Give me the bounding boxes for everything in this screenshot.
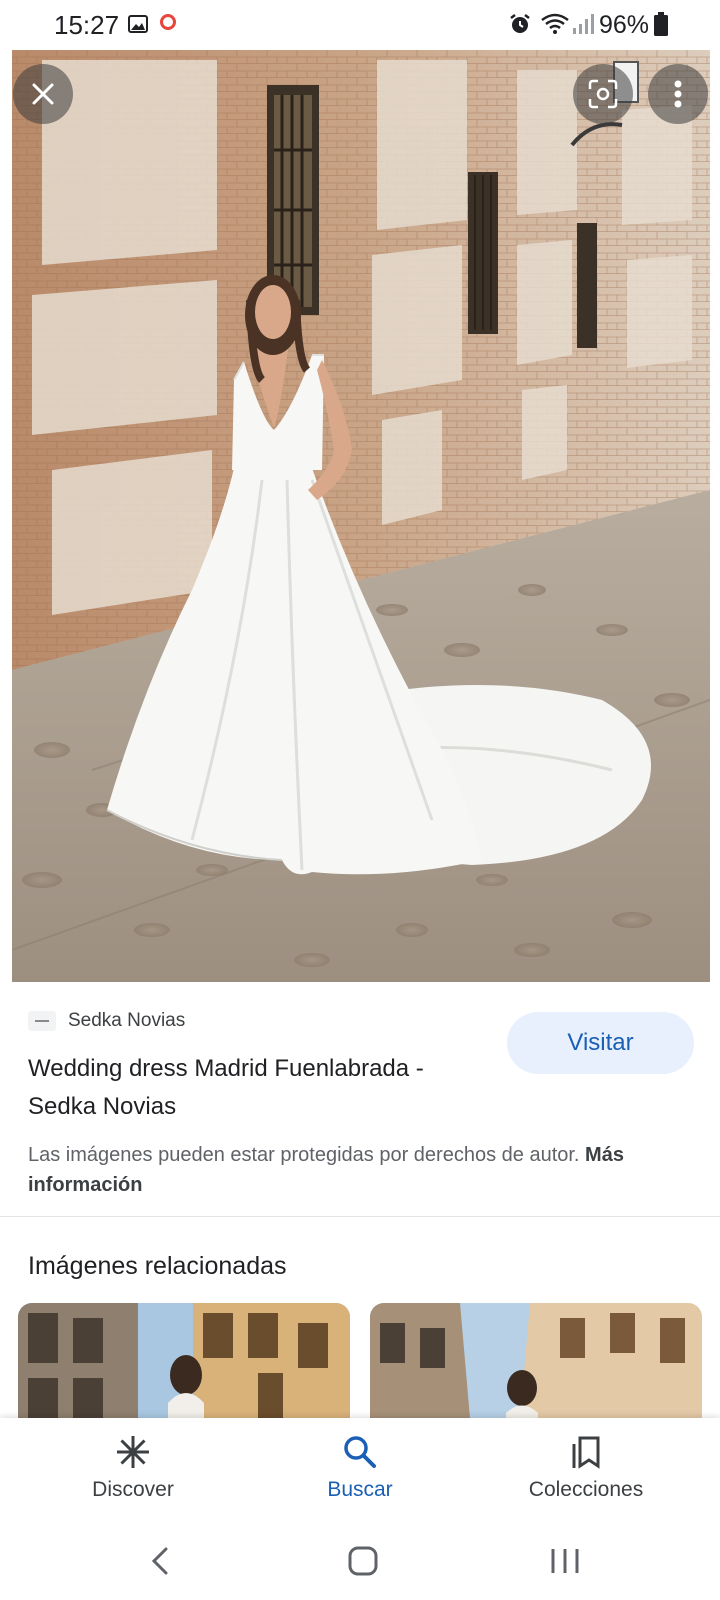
nav-colecciones[interactable]: Colecciones xyxy=(486,1428,686,1518)
lens-icon xyxy=(588,79,618,109)
alarm-icon xyxy=(510,14,530,33)
recents-icon[interactable] xyxy=(545,1541,585,1581)
lens-button[interactable] xyxy=(573,64,633,124)
battery-icon xyxy=(654,12,668,36)
related-image[interactable] xyxy=(18,1303,350,1418)
system-navigation-bar xyxy=(0,1523,720,1600)
wedding-dress-photo xyxy=(12,50,710,982)
status-bar: 15:27 96% xyxy=(0,0,720,50)
collections-icon xyxy=(572,1436,600,1469)
close-button[interactable] xyxy=(13,64,73,124)
wifi-icon xyxy=(541,13,569,34)
result-title[interactable]: Wedding dress Madrid Fuenlabrada - Sedka… xyxy=(28,1050,498,1126)
source-name: Sedka Novias xyxy=(68,1010,186,1031)
nav-colecciones-label: Colecciones xyxy=(528,1478,644,1501)
related-image[interactable] xyxy=(370,1303,702,1418)
more-vert-icon xyxy=(674,80,682,108)
nav-buscar[interactable]: Buscar xyxy=(260,1428,460,1518)
search-icon xyxy=(344,1436,376,1468)
back-icon[interactable] xyxy=(142,1541,182,1581)
source-favicon-icon xyxy=(28,1011,56,1031)
main-image[interactable] xyxy=(12,50,710,982)
asterisk-icon xyxy=(117,1436,149,1468)
related-image-photo xyxy=(370,1303,702,1418)
divider xyxy=(0,1216,720,1217)
source-row[interactable]: Sedka Novias xyxy=(28,1008,185,1034)
status-time: 15:27 xyxy=(54,10,120,40)
more-options-button[interactable] xyxy=(648,64,708,124)
nav-discover[interactable]: Discover xyxy=(33,1428,233,1518)
visit-button[interactable]: Visitar xyxy=(507,1012,694,1074)
copyright-notice: Las imágenes pueden estar protegidas por… xyxy=(28,1140,678,1200)
related-image-photo xyxy=(18,1303,350,1418)
home-icon[interactable] xyxy=(343,1541,383,1581)
ring-icon xyxy=(160,14,176,30)
related-images-heading: Imágenes relacionadas xyxy=(28,1252,287,1280)
nav-buscar-label: Buscar xyxy=(327,1478,393,1501)
gallery-icon xyxy=(128,15,148,33)
close-icon xyxy=(32,83,54,105)
battery-percent: 96% xyxy=(599,11,650,39)
bottom-navigation: Discover Buscar Colecciones xyxy=(0,1418,720,1523)
signal-icon xyxy=(573,14,594,34)
nav-discover-label: Discover xyxy=(92,1478,174,1501)
copyright-text: Las imágenes pueden estar protegidas por… xyxy=(28,1144,580,1166)
